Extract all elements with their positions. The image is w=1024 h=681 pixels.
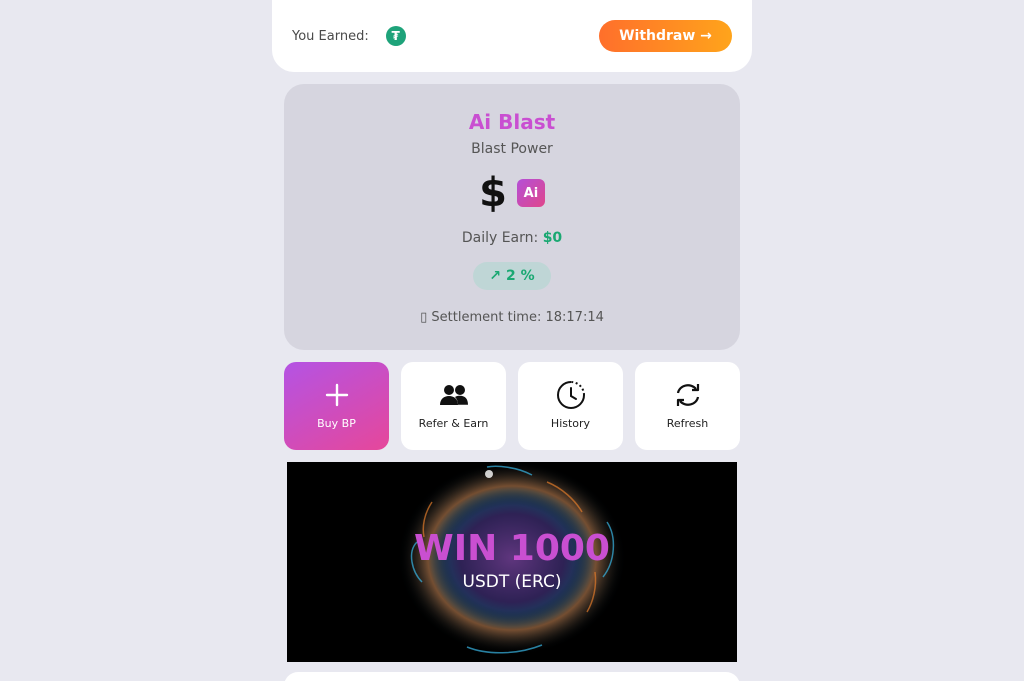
ai-badge: Ai <box>516 179 545 207</box>
users-icon <box>439 381 469 409</box>
daily-earn-label: Daily Earn: <box>461 230 539 246</box>
next-card <box>284 672 740 681</box>
withdraw-button[interactable]: Withdraw → <box>599 20 732 52</box>
promo-banner[interactable]: WIN 1000 USDT (ERC) <box>287 462 737 662</box>
history-label: History <box>550 417 591 430</box>
percent-badge: ↗ 2 % <box>473 262 551 290</box>
refer-earn-button[interactable]: Refer & Earn <box>401 362 506 450</box>
refresh-button[interactable]: Refresh <box>635 362 740 450</box>
daily-earn-row: Daily Earn: $0 <box>284 230 740 246</box>
refer-earn-label: Refer & Earn <box>418 417 489 430</box>
page: You Earned: ₮ Withdraw → Ai Blast Blast … <box>0 0 1024 681</box>
earned-bar: You Earned: ₮ Withdraw → <box>272 0 752 72</box>
settlement-label: Settlement time: <box>431 310 542 325</box>
tether-icon: ₮ <box>385 26 406 46</box>
buy-bp-label: Buy BP <box>317 417 356 430</box>
buy-bp-button[interactable]: Buy BP <box>284 362 389 450</box>
banner-title: WIN 1000 <box>414 528 610 569</box>
power-value: $ <box>479 170 507 216</box>
blast-title: Ai Blast <box>468 110 556 134</box>
earned-label: You Earned: <box>292 28 369 44</box>
banner-subtitle: USDT (ERC) <box>462 572 562 592</box>
daily-earn-value: $0 <box>542 230 563 246</box>
power-row: $ Ai <box>284 170 740 216</box>
blast-subtitle: Blast Power <box>471 141 553 157</box>
refresh-icon <box>674 381 702 409</box>
refresh-label: Refresh <box>666 417 709 430</box>
settlement-row: ▯ Settlement time: 18:17:14 <box>284 310 740 325</box>
settlement-icon: ▯ <box>420 310 428 325</box>
settlement-time: 18:17:14 <box>545 310 604 325</box>
blast-power-card: Ai Blast Blast Power $ Ai Daily Earn: $0… <box>284 84 740 350</box>
plus-icon <box>325 381 349 409</box>
clock-history-icon <box>556 381 586 409</box>
history-button[interactable]: History <box>518 362 623 450</box>
